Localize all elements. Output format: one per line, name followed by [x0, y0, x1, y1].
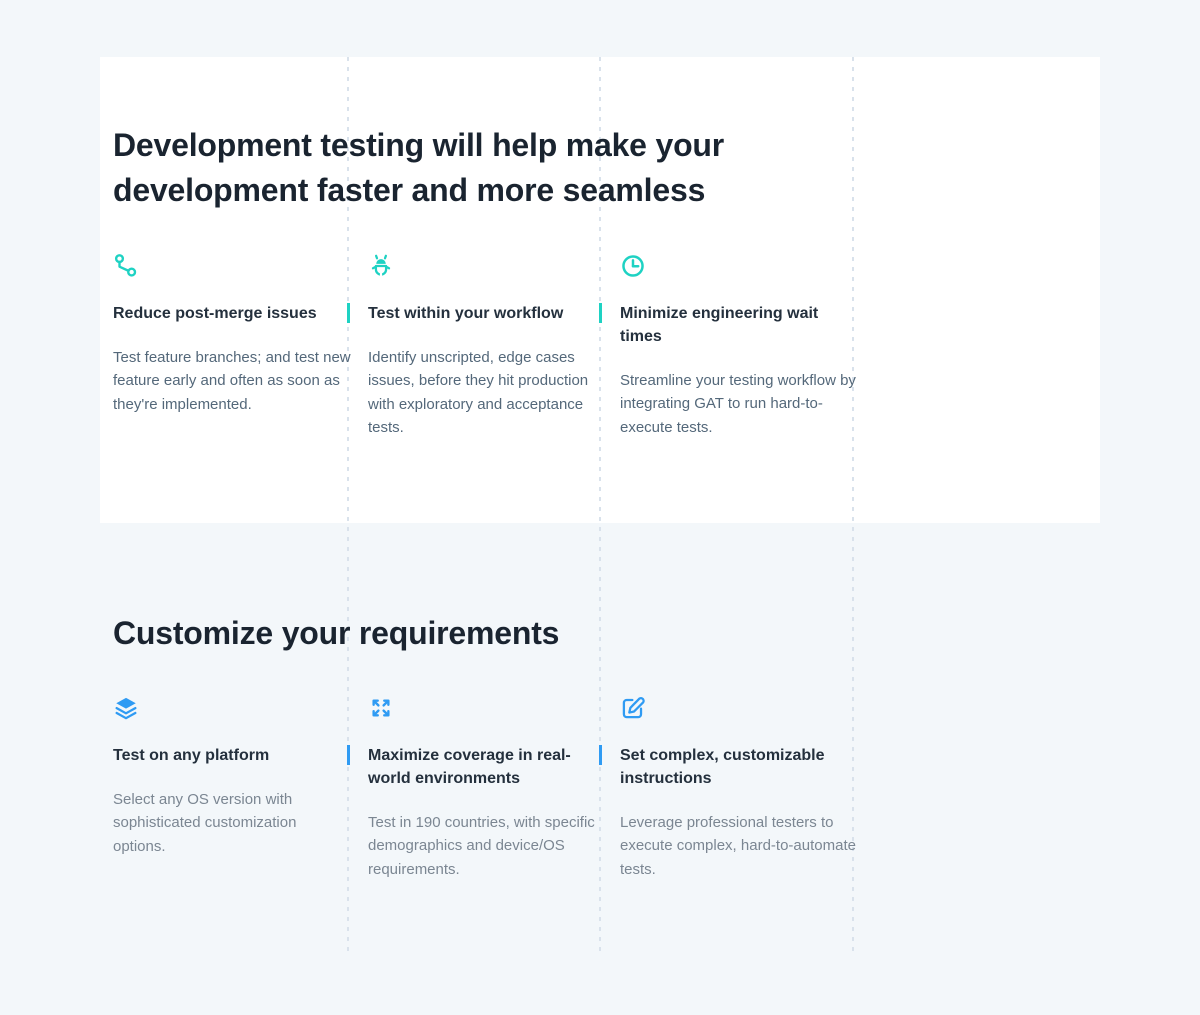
layers-icon: [113, 695, 351, 722]
feature-column: Maximize coverage in real-world environm…: [368, 695, 606, 881]
feature-title: Test on any platform: [113, 744, 328, 767]
edit-icon: [620, 695, 858, 722]
column-divider: [347, 57, 349, 955]
column-divider: [599, 57, 601, 955]
feature-title-text: Set complex, customizable instructions: [620, 747, 825, 787]
feature-title: Maximize coverage in real-world environm…: [368, 744, 583, 790]
feature-description: Leverage professional testers to execute…: [620, 811, 858, 881]
page: Development testing will help make your …: [0, 0, 1200, 1015]
expand-icon: [368, 695, 606, 722]
feature-column: Set complex, customizable instructions L…: [620, 695, 858, 881]
feature-title-text: Test on any platform: [113, 747, 269, 764]
section-heading: Customize your requirements: [113, 611, 803, 656]
feature-title-text: Maximize coverage in real-world environm…: [368, 747, 571, 787]
column-divider: [852, 57, 854, 955]
feature-description: Test in 190 countries, with specific dem…: [368, 811, 606, 881]
feature-title: Set complex, customizable instructions: [620, 744, 835, 790]
feature-description: Select any OS version with sophisticated…: [113, 788, 351, 858]
feature-column: Test on any platform Select any OS versi…: [113, 695, 351, 858]
